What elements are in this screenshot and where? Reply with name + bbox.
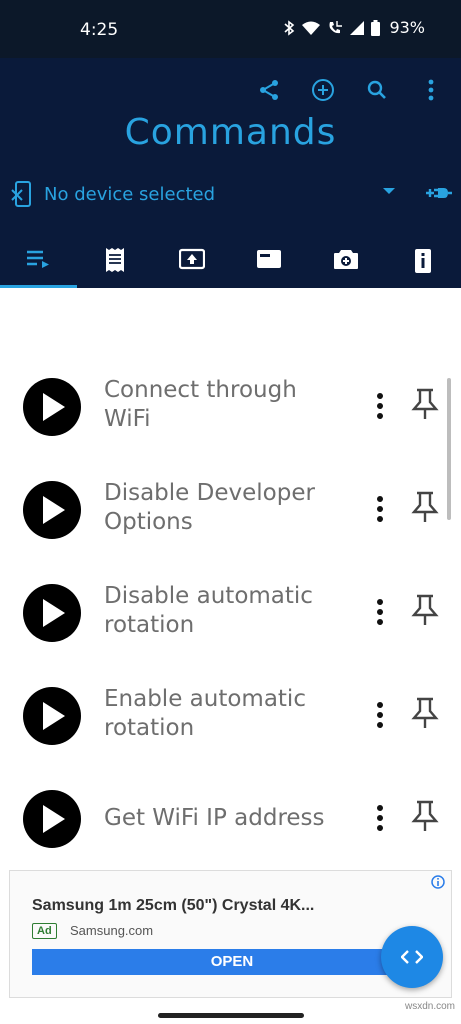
ad-domain[interactable]: Samsung.com [70, 923, 153, 938]
web-window-icon [256, 250, 281, 268]
pin-icon[interactable] [411, 491, 439, 523]
status-time: 4:25 [80, 20, 119, 40]
share-icon [260, 80, 278, 100]
search-icon [367, 80, 386, 99]
tab-screenshot[interactable] [307, 244, 384, 288]
pin-icon[interactable] [411, 800, 439, 832]
upload-screen-icon [179, 248, 206, 270]
more-vert-icon[interactable] [370, 804, 390, 834]
tab-bar [0, 244, 461, 288]
bluetooth-icon [284, 19, 295, 36]
list-item[interactable]: Connect through WiFi [0, 340, 461, 444]
more-vert-icon[interactable] [370, 392, 390, 422]
tab-device-info[interactable] [384, 244, 461, 288]
list-item[interactable]: Disable automatic rotation [0, 546, 461, 650]
command-label: Disable automatic rotation [104, 583, 313, 638]
command-label: Disable Developer Options [104, 480, 315, 535]
ad-title[interactable]: Samsung 1m 25cm (50") Crystal 4K... [32, 897, 314, 915]
receipt-icon [106, 248, 125, 272]
overflow-menu-button[interactable] [415, 74, 447, 106]
list-item[interactable]: Disable Developer Options [0, 443, 461, 547]
scrollbar[interactable] [447, 378, 451, 520]
tab-commands[interactable] [0, 244, 77, 288]
more-vert-icon [428, 79, 434, 101]
command-label: Get WiFi IP address [104, 805, 325, 831]
camera-add-icon [333, 250, 358, 269]
status-icons: 93% [283, 18, 425, 37]
run-command-button[interactable] [23, 481, 81, 539]
device-selector[interactable]: No device selected [10, 178, 455, 212]
call-icon [329, 20, 343, 33]
code-fab-button[interactable] [381, 926, 443, 988]
ad-banner[interactable]: Samsung 1m 25cm (50") Crystal 4K... Ad S… [9, 870, 452, 998]
header-actions [253, 74, 447, 106]
info-icon[interactable] [431, 875, 445, 889]
more-vert-icon[interactable] [370, 495, 390, 525]
play-icon [43, 702, 65, 730]
play-icon [43, 393, 65, 421]
search-button[interactable] [361, 74, 393, 106]
signal-icon [350, 20, 365, 35]
page-title: Commands [124, 112, 337, 153]
tab-logs[interactable] [77, 244, 154, 288]
tab-window[interactable] [230, 244, 307, 288]
list-item[interactable]: Get WiFi IP address [0, 752, 461, 856]
device-label: No device selected [44, 184, 216, 205]
pin-icon[interactable] [411, 594, 439, 626]
battery-icon [371, 19, 381, 36]
code-icon [401, 950, 423, 964]
ad-badge: Ad [32, 923, 57, 939]
command-label: Enable automatic rotation [104, 686, 306, 741]
wifi-icon [302, 21, 321, 35]
pin-icon[interactable] [411, 697, 439, 729]
tab-upload[interactable] [154, 244, 231, 288]
share-button[interactable] [253, 74, 285, 106]
status-bar: 4:25 93% [0, 0, 461, 58]
play-icon [43, 599, 65, 627]
ad-open-button[interactable]: OPEN [32, 949, 432, 975]
add-circle-icon [312, 79, 334, 101]
watermark: wsxdn.com [405, 1001, 456, 1012]
navigation-handle[interactable] [158, 1013, 304, 1018]
phone-info-icon [414, 249, 431, 273]
play-icon [43, 496, 65, 524]
device-disconnected-icon [11, 181, 31, 207]
more-vert-icon[interactable] [370, 598, 390, 628]
run-command-button[interactable] [23, 687, 81, 745]
list-item[interactable]: Enable automatic rotation [0, 649, 461, 753]
command-label: Connect through WiFi [104, 377, 297, 432]
play-icon [43, 805, 65, 833]
connect-device-icon[interactable] [424, 180, 452, 206]
run-command-button[interactable] [23, 378, 81, 436]
pin-icon[interactable] [411, 388, 439, 420]
app-header: Commands No device selected [0, 58, 461, 288]
chevron-down-icon[interactable] [382, 186, 396, 196]
run-command-button[interactable] [23, 790, 81, 848]
run-command-button[interactable] [23, 584, 81, 642]
battery-level: 93% [389, 18, 425, 37]
more-vert-icon[interactable] [370, 701, 390, 731]
add-command-button[interactable] [307, 74, 339, 106]
playlist-play-icon [27, 250, 50, 268]
